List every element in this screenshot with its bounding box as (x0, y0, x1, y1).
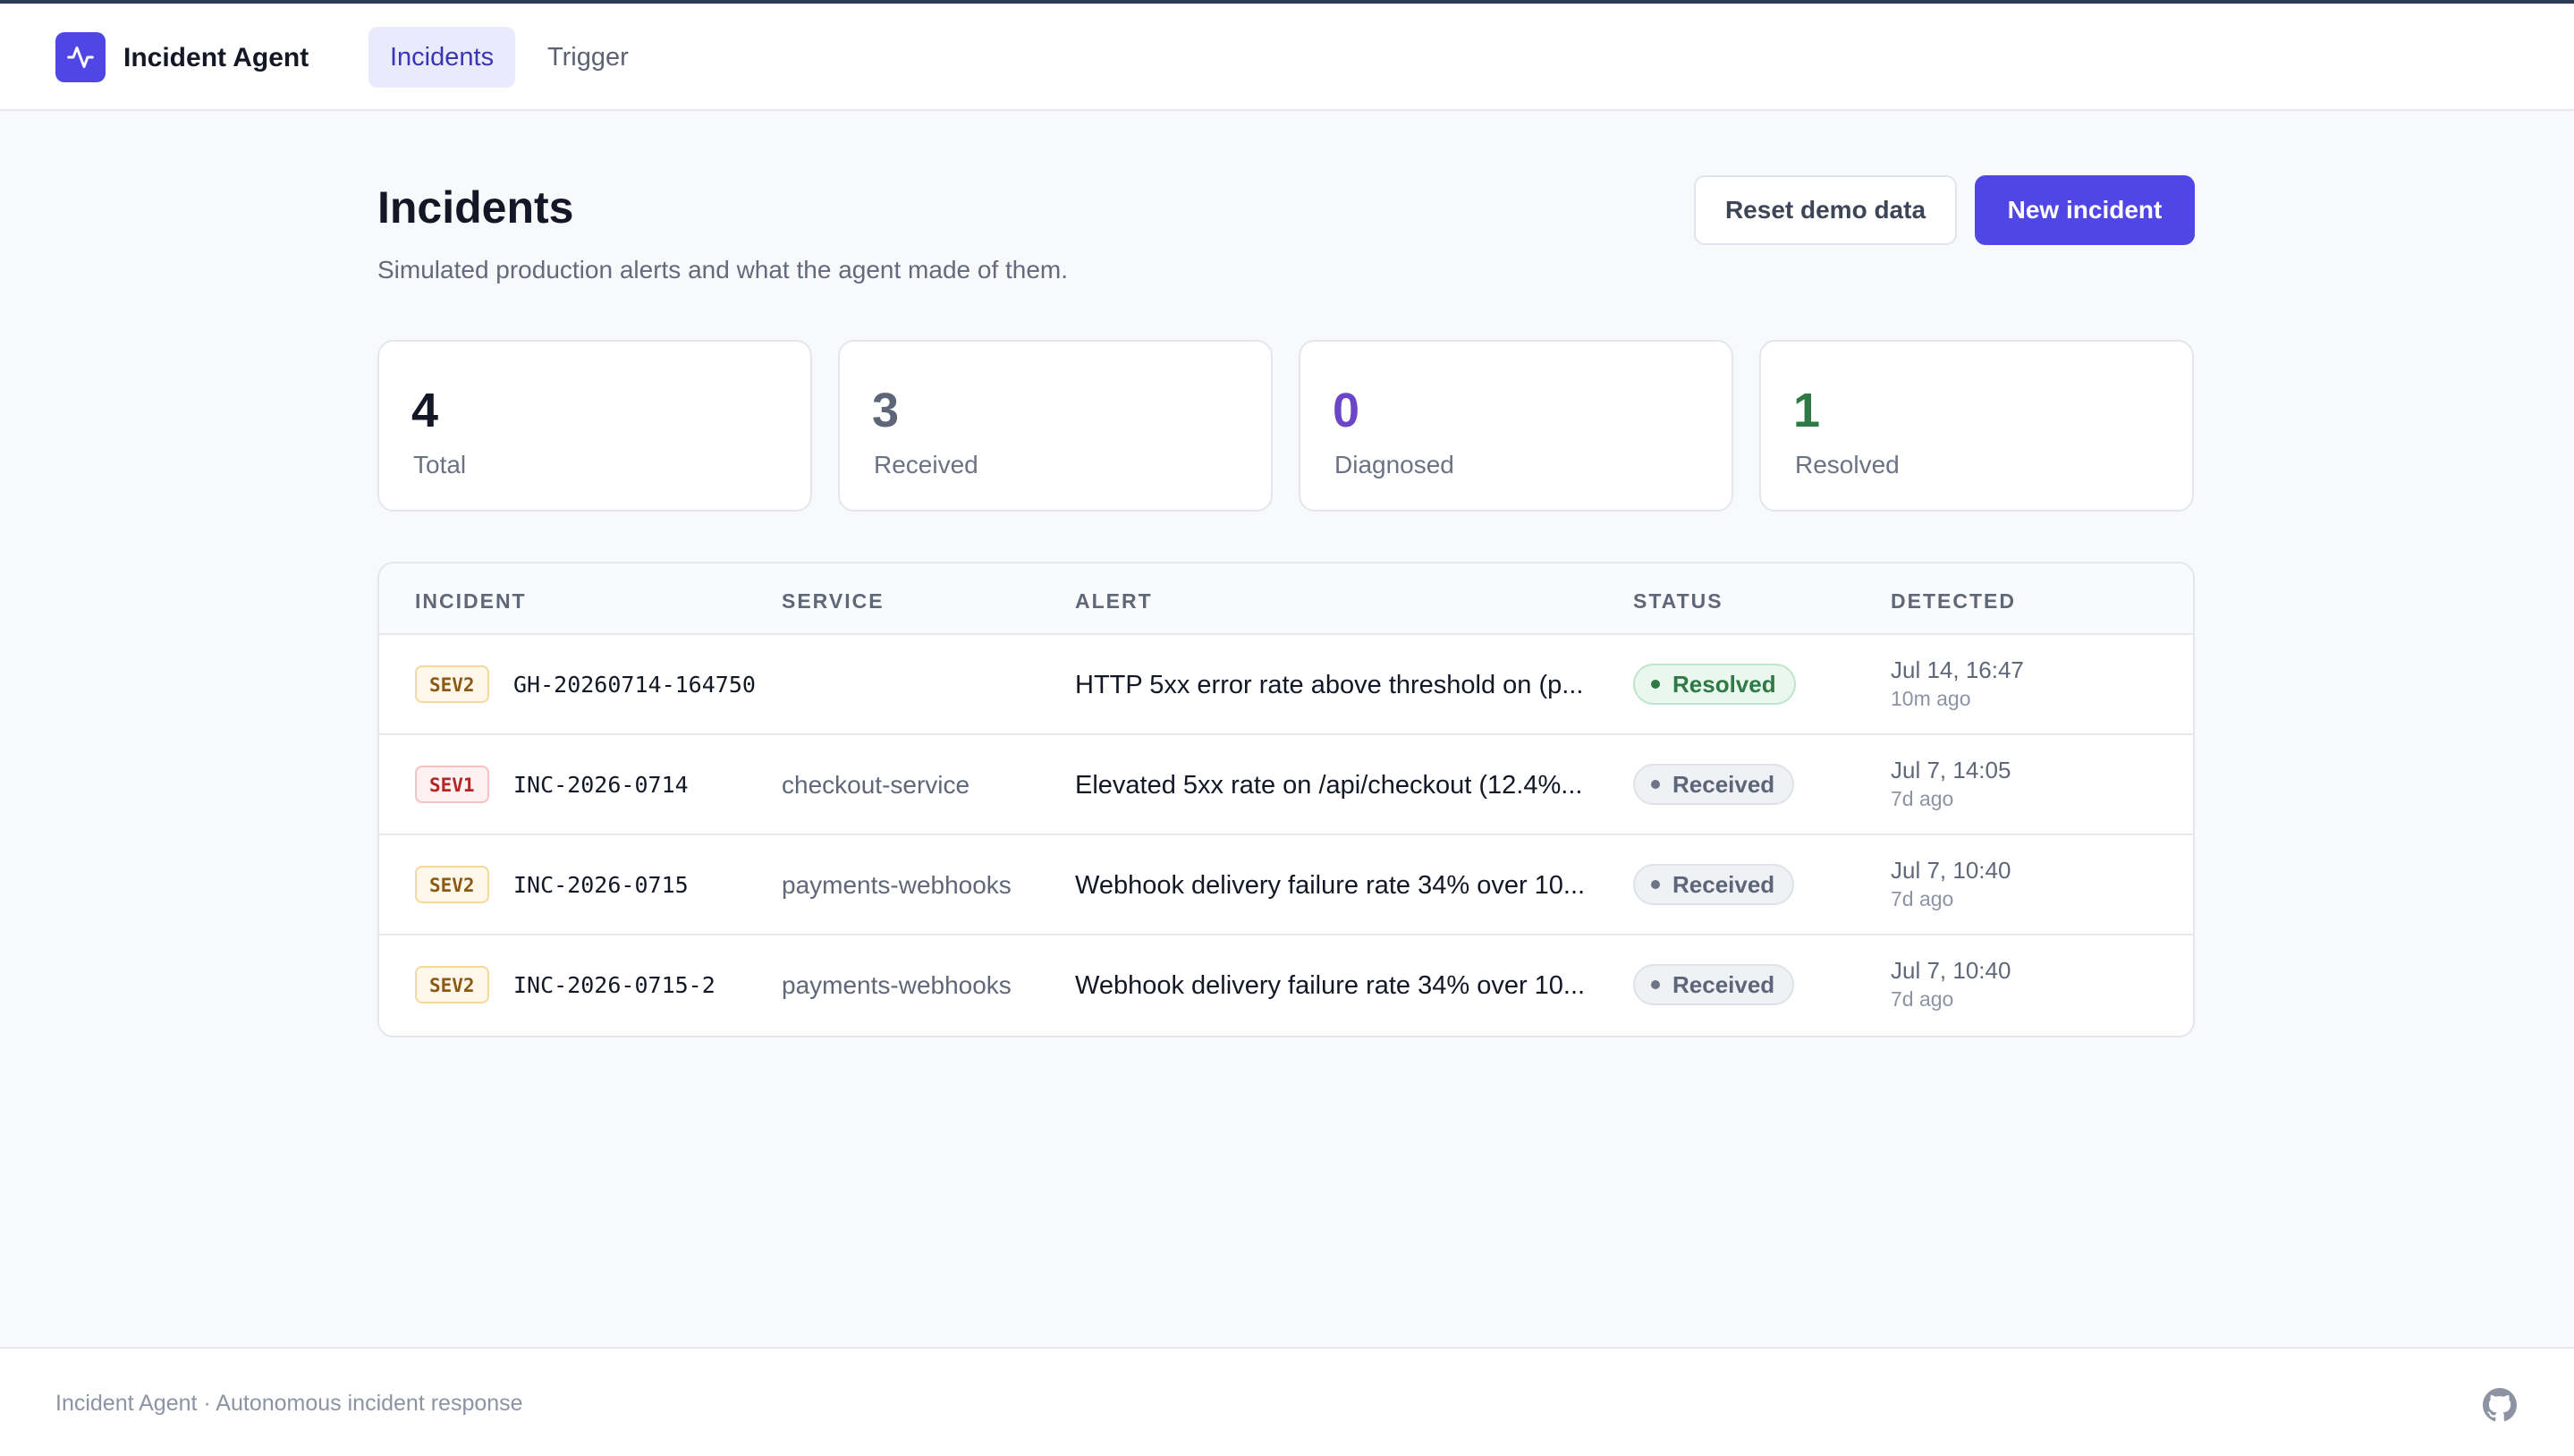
stat-card-total: 4 Total (377, 340, 812, 512)
detected-date: Jul 7, 10:40 (1891, 857, 2011, 884)
status-label: Received (1672, 870, 1775, 898)
status-label: Resolved (1672, 670, 1776, 698)
stat-card-resolved: 1 Resolved (1759, 340, 2194, 512)
service-name: checkout-service (782, 771, 970, 799)
activity-pulse-icon[interactable] (55, 32, 106, 82)
stat-value: 1 (1793, 384, 1821, 437)
stat-label: Total (413, 451, 467, 478)
page-subtitle: Simulated production alerts and what the… (377, 256, 1069, 284)
alert-text: Webhook delivery failure rate 34% over 1… (1075, 971, 1586, 1000)
incidents-table: INCIDENT SERVICE ALERT STATUS DETECTED S… (377, 562, 2195, 1037)
column-header-detected: DETECTED (1891, 589, 2016, 613)
tab-incidents[interactable]: Incidents (368, 27, 516, 88)
stat-value: 4 (411, 384, 439, 437)
detected-date: Jul 7, 14:05 (1891, 757, 2011, 783)
incident-id[interactable]: INC-2026-0715-2 (513, 969, 715, 1002)
status-badge: Received (1633, 864, 1795, 905)
stat-card-diagnosed: 0 Diagnosed (1299, 340, 1733, 512)
table-row[interactable]: SEV1 INC-2026-0714 checkout-service Elev… (379, 735, 2193, 835)
detected-ago: 7d ago (1891, 987, 1954, 1011)
service-name: payments-webhooks (782, 871, 1012, 899)
incident-id[interactable]: INC-2026-0715 (513, 869, 689, 902)
app-footer: Incident Agent · Autonomous incident res… (0, 1347, 2574, 1456)
alert-text: Elevated 5xx rate on /api/checkout (12.4… (1075, 771, 1583, 800)
detected-ago: 7d ago (1891, 787, 1954, 810)
status-badge: Resolved (1633, 664, 1796, 705)
alert-text: HTTP 5xx error rate above threshold on (… (1075, 671, 1584, 699)
detected-date: Jul 7, 10:40 (1891, 957, 2011, 984)
reset-demo-data-button[interactable]: Reset demo data (1694, 175, 1957, 245)
stat-value: 0 (1333, 384, 1360, 437)
page-title: Incidents (377, 182, 574, 233)
status-dot-icon (1651, 680, 1660, 689)
new-incident-button[interactable]: New incident (1975, 175, 2195, 245)
status-dot-icon (1651, 980, 1660, 989)
severity-badge: SEV1 (415, 766, 489, 803)
stat-label: Received (874, 451, 978, 478)
stat-label: Diagnosed (1334, 451, 1454, 478)
app-header: Incident Agent Incidents Trigger (0, 4, 2574, 111)
column-header-incident: INCIDENT (415, 589, 527, 613)
footer-text: Incident Agent · Autonomous incident res… (55, 1391, 523, 1416)
table-row[interactable]: SEV2 GH-20260714-164750 HTTP 5xx error r… (379, 635, 2193, 735)
status-badge: Received (1633, 764, 1795, 805)
detected-ago: 7d ago (1891, 887, 1954, 910)
status-dot-icon (1651, 880, 1660, 889)
severity-badge: SEV2 (415, 665, 489, 703)
severity-badge: SEV2 (415, 966, 489, 1003)
table-header: INCIDENT SERVICE ALERT STATUS DETECTED (379, 563, 2193, 635)
detected-date: Jul 14, 16:47 (1891, 656, 2024, 683)
status-label: Received (1672, 970, 1775, 998)
service-name: payments-webhooks (782, 971, 1012, 999)
status-dot-icon (1651, 780, 1660, 789)
severity-badge: SEV2 (415, 866, 489, 903)
github-icon[interactable] (2483, 1388, 2517, 1422)
stat-card-received: 3 Received (838, 340, 1273, 512)
column-header-alert: ALERT (1075, 589, 1153, 613)
status-badge: Received (1633, 964, 1795, 1005)
stat-label: Resolved (1795, 451, 1900, 478)
incident-id[interactable]: GH-20260714-164750 (513, 669, 756, 701)
column-header-status: STATUS (1633, 589, 1723, 613)
tab-trigger[interactable]: Trigger (526, 27, 650, 88)
incident-id[interactable]: INC-2026-0714 (513, 769, 689, 801)
table-row[interactable]: SEV2 INC-2026-0715 payments-webhooks Web… (379, 835, 2193, 935)
stat-value: 3 (872, 384, 900, 437)
detected-ago: 10m ago (1891, 687, 1971, 710)
table-row[interactable]: SEV2 INC-2026-0715-2 payments-webhooks W… (379, 935, 2193, 1036)
alert-text: Webhook delivery failure rate 34% over 1… (1075, 871, 1586, 900)
app-name[interactable]: Incident Agent (123, 39, 309, 77)
column-header-service: SERVICE (782, 589, 885, 613)
status-label: Received (1672, 770, 1775, 798)
